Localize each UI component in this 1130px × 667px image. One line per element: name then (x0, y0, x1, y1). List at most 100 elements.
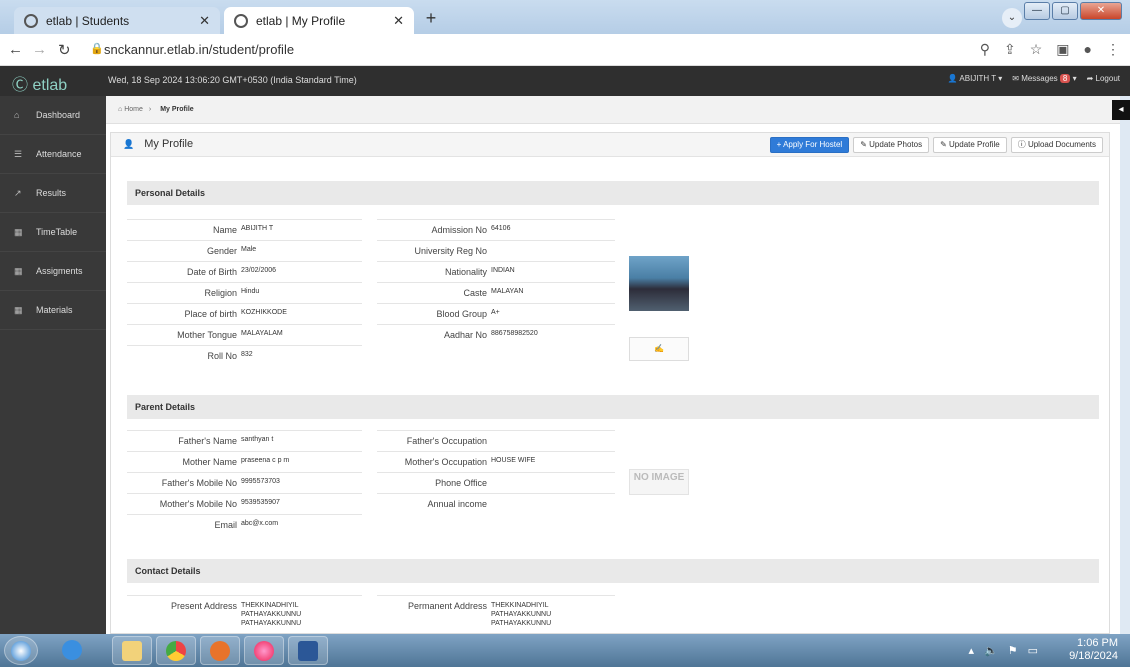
detail-row: Mother's Occupation HOUSE WIFE (377, 451, 615, 471)
field-value: INDIAN (491, 267, 515, 274)
plus-icon: + (776, 140, 782, 149)
user-icon: 👤 (123, 139, 135, 149)
list-icon: ☰ (14, 148, 23, 159)
minimize-icon[interactable]: — (1024, 2, 1050, 20)
panel-header: 👤 My Profile + Apply For Hostel ✎ Update … (111, 133, 1109, 157)
menu-icon[interactable]: ⋮ (1106, 41, 1120, 58)
home-icon: ⌂ (14, 110, 20, 120)
sidebar-item-assigments[interactable]: ▦ Assigments (0, 252, 106, 291)
detail-row: Email abc@x.com (127, 514, 362, 534)
field-label: Father's Mobile No (161, 478, 237, 488)
pencil-icon: ✎ (940, 140, 947, 149)
firefox-icon (254, 641, 274, 661)
volume-icon[interactable]: 🔈 (984, 644, 998, 657)
tray-arrow-icon[interactable]: ▴ (968, 644, 974, 657)
tab-students[interactable]: etlab | Students ✕ (14, 7, 220, 34)
collapse-arrow-icon[interactable]: ◂ (1112, 100, 1130, 120)
window-controls: — ▢ ✕ (1024, 2, 1122, 20)
detail-row: Religion Hindu (127, 282, 362, 302)
sidebar-item-attendance[interactable]: ☰ Attendance (0, 135, 106, 174)
field-label: Caste (463, 288, 487, 298)
messages-dropdown[interactable]: ✉ Messages 8 ▾ (1012, 74, 1077, 83)
network-icon[interactable]: ▭ (1028, 644, 1038, 657)
chrome-icon (166, 641, 186, 661)
media-taskbar-button[interactable] (200, 636, 240, 665)
sidebar-item-dashboard[interactable]: ⌂ Dashboard (0, 96, 106, 135)
chrome-taskbar-button[interactable] (156, 636, 196, 665)
field-value: 23/02/2006 (241, 267, 277, 274)
close-tab-icon[interactable]: ✕ (199, 13, 210, 29)
field-value: Male (241, 246, 257, 253)
field-label: Father's Name (178, 436, 237, 446)
start-button[interactable] (4, 636, 38, 665)
sidepanel-icon[interactable]: ▣ (1056, 41, 1069, 58)
breadcrumb-home[interactable]: Home (124, 106, 143, 113)
lock-icon[interactable]: 🔒 (90, 42, 104, 55)
field-label: Religion (204, 288, 237, 298)
user-dropdown[interactable]: 👤 ABIJITH T ▾ (948, 74, 1003, 83)
update-photos-button[interactable]: ✎ Update Photos (853, 137, 930, 153)
detail-row: Aadhar No 886758982520 (377, 324, 615, 344)
field-label: Place of birth (184, 309, 237, 319)
field-value: 9995573703 (241, 478, 280, 485)
close-window-icon[interactable]: ✕ (1080, 2, 1122, 20)
explorer-taskbar-button[interactable] (112, 636, 152, 665)
detail-row: Mother's Mobile No 9539535907 (127, 493, 362, 513)
forward-icon[interactable]: → (32, 41, 47, 58)
detail-row: Nationality INDIAN (377, 261, 615, 281)
logo-text: etlab (32, 77, 68, 94)
sidebar-item-timetable[interactable]: ▦ TimeTable (0, 213, 106, 252)
word-taskbar-button[interactable] (288, 636, 328, 665)
field-value: A+ (491, 309, 500, 316)
page-title: 👤 My Profile (123, 138, 193, 150)
firefox-taskbar-button[interactable] (244, 636, 284, 665)
ie-taskbar-button[interactable] (52, 636, 92, 665)
home-icon: ⌂ (118, 106, 123, 113)
share-icon[interactable]: ⇪ (1004, 41, 1016, 58)
field-value: THEKKINADHIYIL PATHAYAKKUNNU PATHAYAKKUN… (491, 602, 552, 627)
tab-label: etlab | Students (46, 13, 130, 28)
student-photo (629, 256, 689, 311)
breadcrumb-separator: › (148, 106, 152, 113)
logout-link[interactable]: ➦ Logout (1087, 74, 1120, 83)
maximize-icon[interactable]: ▢ (1052, 2, 1078, 20)
back-icon[interactable]: ← (8, 41, 23, 58)
detail-row: Name ABIJITH T (127, 219, 362, 239)
zoom-icon[interactable]: ⚲ (980, 41, 990, 58)
detail-row: Mother Tongue MALAYALAM (127, 324, 362, 344)
sidebar-item-label: Dashboard (36, 110, 81, 120)
button-label: Update Profile (949, 140, 1000, 149)
new-tab-button[interactable]: + (419, 8, 443, 30)
field-value: santhyan t (241, 436, 274, 443)
taskbar-clock[interactable]: 1:06 PM 9/18/2024 (1069, 637, 1118, 663)
tab-search-icon[interactable]: ⌄ (1002, 8, 1022, 28)
chart-icon: ↗ (14, 187, 22, 198)
page-title-text: My Profile (144, 138, 194, 150)
url-field[interactable]: snckannur.etlab.in/student/profile (104, 42, 294, 57)
detail-row: Admission No 64106 (377, 219, 615, 239)
detail-row: Mother Name praseena c p m (127, 451, 362, 471)
field-label: Mother's Occupation (404, 457, 487, 467)
apply-hostel-button[interactable]: + Apply For Hostel (769, 137, 850, 153)
app-logo[interactable]: Ⓒ etlab (12, 71, 67, 95)
field-label: Phone Office (435, 478, 487, 488)
grid-icon: ▦ (14, 226, 23, 237)
address-bar: ← → ↻ 🔒 snckannur.etlab.in/student/profi… (0, 34, 1130, 66)
update-profile-button[interactable]: ✎ Update Profile (933, 137, 1007, 153)
section-header-personal: Personal Details (127, 181, 1099, 205)
sidebar-item-materials[interactable]: ▦ Materials (0, 291, 106, 330)
bookmark-star-icon[interactable]: ☆ (1030, 41, 1043, 58)
button-label: Apply For Hostel (783, 140, 843, 149)
detail-row: Place of birth KOZHIKKODE (127, 303, 362, 323)
sidebar-item-results[interactable]: ↗ Results (0, 174, 106, 213)
profile-icon[interactable]: ● (1084, 41, 1092, 58)
flag-icon[interactable]: ⚑ (1008, 644, 1018, 657)
reload-icon[interactable]: ↻ (58, 41, 71, 59)
field-label: University Reg No (414, 246, 487, 256)
detail-row: University Reg No (377, 240, 615, 260)
sidebar: ⌂ Dashboard ☰ Attendance ↗ Results ▦ TimeTab… (0, 96, 106, 634)
tab-my-profile[interactable]: etlab | My Profile ✕ (224, 7, 414, 34)
field-value: THEKKINADHIYIL PATHAYAKKUNNU PATHAYAKKUN… (241, 602, 302, 627)
upload-documents-button[interactable]: ⓘ Upload Documents (1010, 137, 1103, 153)
close-tab-icon[interactable]: ✕ (393, 13, 404, 29)
